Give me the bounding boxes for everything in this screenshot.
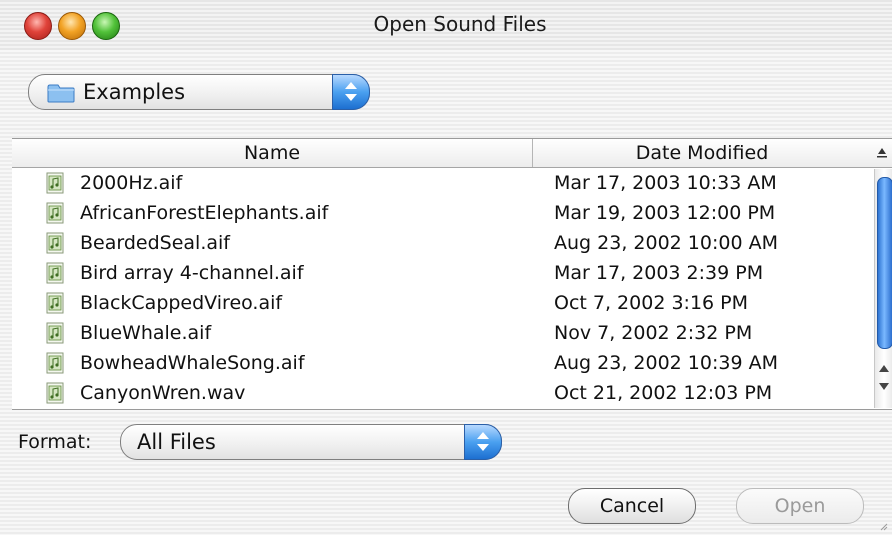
file-row[interactable]: BlackCappedVireo.aif Oct 7, 2002 3:16 PM: [12, 289, 872, 319]
file-name: BowheadWhaleSong.aif: [80, 352, 305, 374]
sound-file-icon: [46, 262, 64, 284]
file-date: Nov 7, 2002 2:32 PM: [554, 322, 753, 344]
sound-file-icon: [46, 322, 64, 344]
file-rows: 2000Hz.aif Mar 17, 2003 10:33 AM African…: [12, 169, 872, 409]
column-header-date-modified[interactable]: Date Modified: [534, 142, 870, 164]
format-popup[interactable]: All Files: [120, 424, 502, 460]
file-date: Mar 17, 2003 10:33 AM: [554, 172, 777, 194]
file-row[interactable]: CanyonWren.wav Oct 21, 2002 12:03 PM: [12, 379, 872, 409]
location-popup[interactable]: Examples: [28, 74, 370, 110]
file-name: AfricanForestElephants.aif: [80, 202, 329, 224]
sound-file-icon: [46, 382, 64, 404]
column-header-name[interactable]: Name: [12, 142, 532, 164]
file-row[interactable]: BlueWhale.aif Nov 7, 2002 2:32 PM: [12, 319, 872, 349]
file-date: Aug 23, 2002 10:39 AM: [554, 352, 778, 374]
file-date: Mar 17, 2003 2:39 PM: [554, 262, 764, 284]
scroll-up-arrow-icon[interactable]: [879, 365, 889, 372]
file-name: BlackCappedVireo.aif: [80, 292, 283, 314]
open-button[interactable]: Open: [736, 488, 864, 524]
scrollbar-thumb[interactable]: [877, 177, 892, 349]
file-date: Oct 21, 2002 12:03 PM: [554, 382, 773, 404]
file-date: Mar 19, 2003 12:00 PM: [554, 202, 776, 224]
scroll-down-arrow-icon[interactable]: [879, 383, 889, 390]
file-name: Bird array 4-channel.aif: [80, 262, 304, 284]
file-date: Oct 7, 2002 3:16 PM: [554, 292, 749, 314]
file-name: CanyonWren.wav: [80, 382, 246, 404]
file-name: BeardedSeal.aif: [80, 232, 230, 254]
column-divider[interactable]: [532, 139, 533, 167]
format-popup-label: All Files: [137, 430, 216, 454]
sound-file-icon: [46, 232, 64, 254]
sound-file-icon: [46, 172, 64, 194]
file-list-scrollbar[interactable]: [874, 169, 892, 408]
file-row[interactable]: Bird array 4-channel.aif Mar 17, 2003 2:…: [12, 259, 872, 289]
file-date: Aug 23, 2002 10:00 AM: [554, 232, 778, 254]
title-bar: Open Sound Files: [0, 0, 892, 50]
sound-file-icon: [46, 292, 64, 314]
file-name: 2000Hz.aif: [80, 172, 183, 194]
cancel-button[interactable]: Cancel: [568, 488, 696, 524]
format-label: Format:: [18, 431, 92, 453]
file-row[interactable]: BowheadWhaleSong.aif Aug 23, 2002 10:39 …: [12, 349, 872, 379]
file-row[interactable]: 2000Hz.aif Mar 17, 2003 10:33 AM: [12, 169, 872, 199]
sound-file-icon: [46, 352, 64, 374]
file-row[interactable]: BeardedSeal.aif Aug 23, 2002 10:00 AM: [12, 229, 872, 259]
folder-icon: [47, 84, 75, 103]
window-title: Open Sound Files: [373, 12, 547, 36]
popup-arrows-icon: [464, 424, 502, 460]
resize-grip-icon[interactable]: [878, 521, 888, 531]
file-name: BlueWhale.aif: [80, 322, 212, 344]
location-popup-label: Examples: [83, 80, 186, 104]
popup-arrows-icon: [332, 74, 370, 110]
window-title-container: Open Sound Files: [0, 12, 892, 36]
sound-file-icon: [46, 202, 64, 224]
file-list-header: Name Date Modified: [12, 139, 892, 168]
file-row[interactable]: AfricanForestElephants.aif Mar 19, 2003 …: [12, 199, 872, 229]
open-sound-files-dialog: Open Sound Files Examples Name Date Modi…: [0, 0, 892, 535]
file-list: Name Date Modified 2000Hz.aif Mar 17, 20…: [12, 138, 892, 410]
column-sort-icon[interactable]: [874, 143, 890, 163]
